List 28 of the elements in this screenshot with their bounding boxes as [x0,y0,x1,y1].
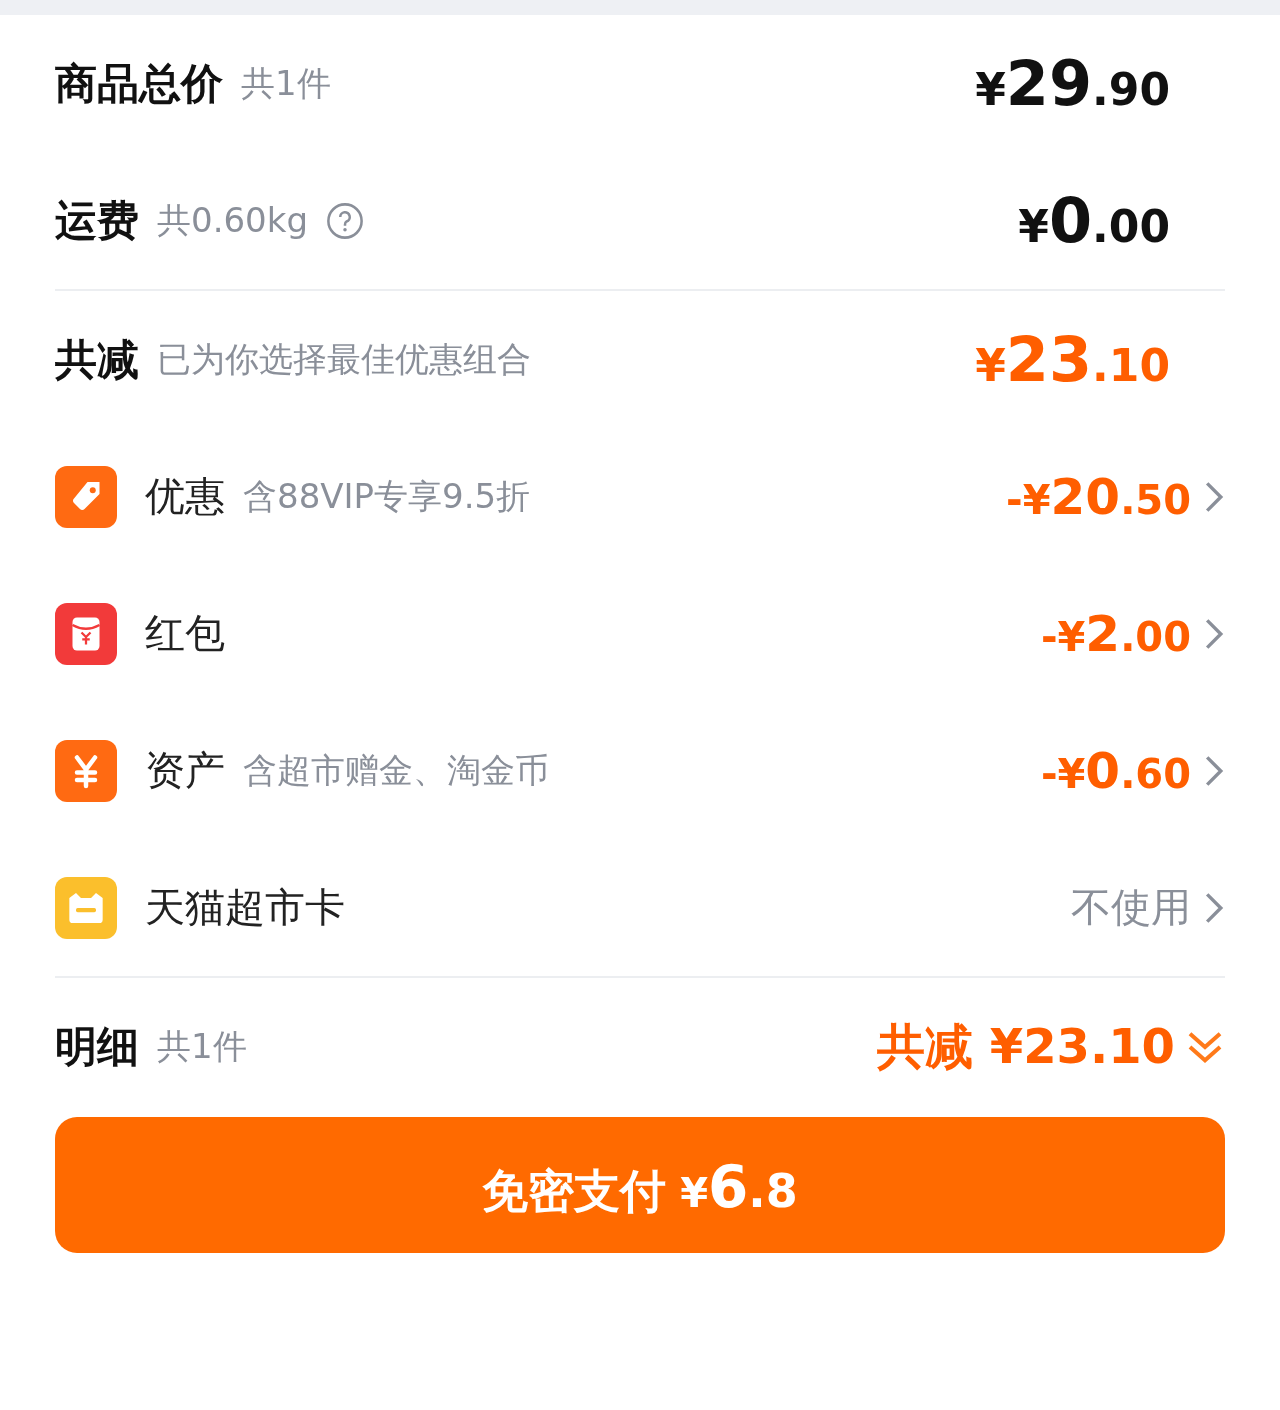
price: ¥0.00 [1018,184,1170,257]
chevron-right-icon [1203,890,1225,925]
row-title: 运费 [55,194,139,247]
discount-label: 天猫超市卡 [145,883,345,932]
discount-amount[interactable]: -¥2.00 [1040,604,1191,663]
row-note: 共1件 [241,61,331,105]
discount-amount[interactable]: -¥0.60 [1040,741,1191,800]
chevron-right-icon [1203,479,1225,514]
discount-note: 含超市赠金、淘金币 [243,748,549,792]
discount-amount[interactable]: -¥20.50 [1006,467,1191,526]
row-title: 商品总价 [55,57,223,110]
discount-label: 资产 [145,746,225,795]
chevron-right-icon [1203,753,1225,788]
price: ¥29.90 [975,47,1170,120]
row-note: 共1件 [157,1024,247,1068]
discount-label: 红包 [145,609,225,658]
pay-button[interactable]: 免密支付 ¥6.8 [55,1117,1225,1253]
price: ¥23.10 [975,323,1170,396]
discount-note: 含88VIP专享9.5折 [243,474,531,518]
detail-total[interactable]: 共减 ¥23.10 [877,1014,1175,1079]
row-note: 已为你选择最佳优惠组合 [157,337,531,381]
row-title: 共减 [55,333,139,386]
discount-status[interactable]: 不使用 [1071,880,1191,935]
row-title: 明细 [55,1020,139,1073]
help-icon[interactable] [326,201,364,240]
row-note: 共0.60kg [157,198,308,242]
discount-label: 优惠 [145,472,225,521]
chevron-right-icon [1203,616,1225,651]
